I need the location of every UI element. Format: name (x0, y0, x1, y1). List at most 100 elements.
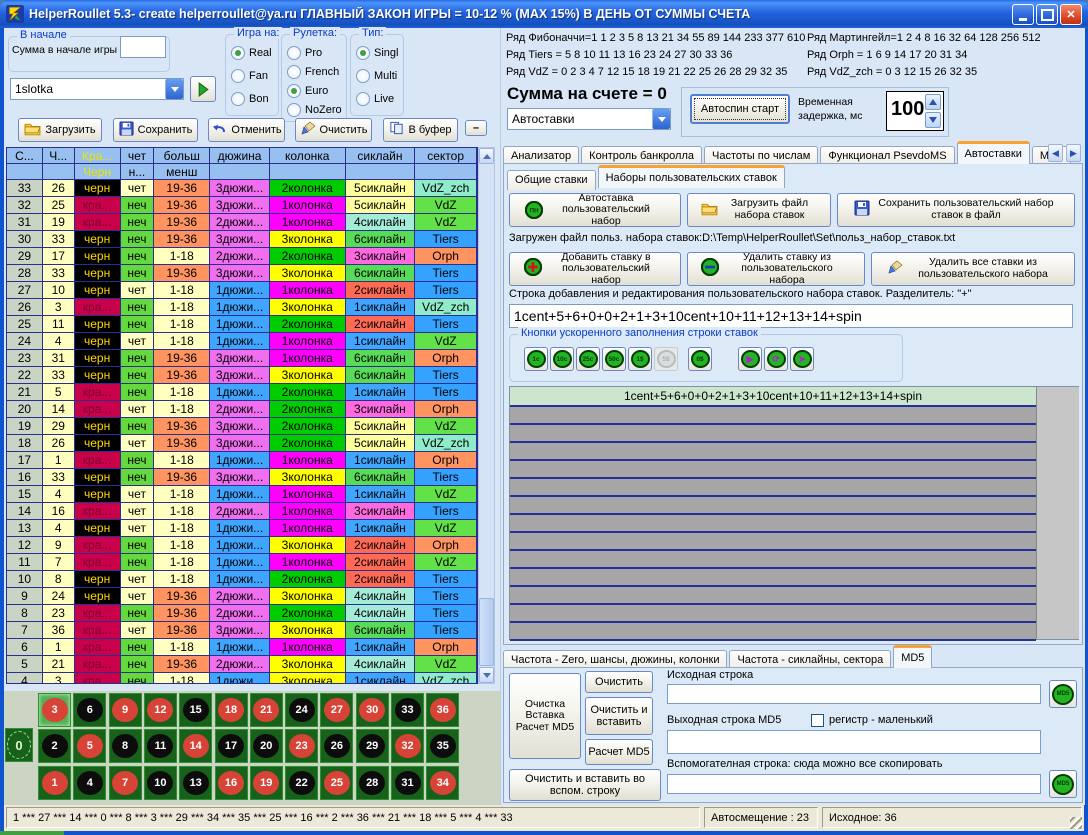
chip-0dollar-button[interactable]: 0$ (688, 347, 712, 371)
roulette-cell-36[interactable]: 36 (426, 693, 459, 727)
load-bet-file-button[interactable]: Загрузить файл набора ставок (687, 193, 831, 227)
play-button[interactable] (190, 76, 216, 102)
roulette-cell-12[interactable]: 12 (144, 693, 177, 727)
md5-source-input[interactable] (667, 684, 1041, 704)
delete-all-bets-button[interactable]: Удалить все ставки из пользовательского … (871, 252, 1075, 286)
roulette-cell-0[interactable]: 0 (5, 728, 33, 762)
roulette-cell-6[interactable]: 6 (73, 693, 106, 727)
md5-clear-button[interactable]: Очистить (585, 671, 653, 693)
roulette-cell-19[interactable]: 19 (250, 766, 283, 800)
md5-run-aux-button[interactable]: MD5 (1049, 770, 1077, 798)
radio-pro[interactable]: Pro (287, 43, 322, 63)
lowercase-checkbox[interactable] (811, 714, 824, 727)
roulette-cell-15[interactable]: 15 (179, 693, 212, 727)
spinner-down-icon[interactable] (925, 112, 941, 128)
bet-list-row[interactable] (510, 497, 1036, 515)
radio-bon[interactable]: Bon (231, 89, 269, 109)
roulette-cell-9[interactable]: 9 (109, 693, 142, 727)
play-button[interactable]: ▶ (738, 347, 762, 371)
mode-dropdown[interactable]: Автоставки (507, 108, 671, 130)
roulette-cell-30[interactable]: 30 (356, 693, 389, 727)
save-bet-file-button[interactable]: Сохранить пользовательский набор ставок … (837, 193, 1075, 227)
close-button[interactable]: ✕ (1060, 4, 1082, 25)
bottom-tab-2[interactable]: MD5 (893, 645, 932, 668)
roulette-cell-18[interactable]: 18 (215, 693, 248, 727)
md5-clear-paste-button[interactable]: Очистить и вставить (585, 697, 653, 735)
add-bet-button[interactable]: Добавить ставку в пользовательский набор (509, 252, 681, 286)
save-button[interactable]: Сохранить (113, 118, 198, 142)
roulette-cell-23[interactable]: 23 (285, 729, 318, 763)
bet-list-row[interactable] (510, 569, 1036, 587)
roulette-cell-14[interactable]: 14 (179, 729, 212, 763)
load-button[interactable]: Загрузить (18, 118, 102, 142)
roulette-cell-5[interactable]: 5 (73, 729, 106, 763)
roulette-cell-11[interactable]: 11 (144, 729, 177, 763)
roulette-cell-4[interactable]: 4 (73, 766, 106, 800)
spinner-up-icon[interactable] (925, 94, 941, 110)
roulette-cell-21[interactable]: 21 (250, 693, 283, 727)
spin-arrow-button[interactable]: ➤ (790, 347, 814, 371)
scroll-up-icon[interactable] (479, 148, 494, 164)
radio-real[interactable]: Real (231, 43, 272, 63)
refresh-button[interactable]: ⟳ (764, 347, 788, 371)
roulette-cell-28[interactable]: 28 (356, 766, 389, 800)
roulette-cell-10[interactable]: 10 (144, 766, 177, 800)
radio-euro[interactable]: Euro (287, 81, 328, 101)
roulette-cell-24[interactable]: 24 (285, 693, 318, 727)
md5-calc-button[interactable]: Расчет MD5 (585, 739, 653, 765)
chip-10c-button[interactable]: 10c (550, 347, 574, 371)
delay-spinner[interactable]: 100 (886, 91, 944, 131)
roulette-cell-7[interactable]: 7 (109, 766, 142, 800)
bet-list-row[interactable] (510, 515, 1036, 533)
scroll-thumb[interactable] (479, 598, 494, 666)
roulette-cell-32[interactable]: 32 (391, 729, 424, 763)
roulette-cell-29[interactable]: 29 (356, 729, 389, 763)
roulette-cell-22[interactable]: 22 (285, 766, 318, 800)
autobet-user-set-button[interactable]: ПН Автоставка пользовательский набор (509, 193, 681, 227)
bet-list-row[interactable] (510, 587, 1036, 605)
roulette-cell-35[interactable]: 35 (426, 729, 459, 763)
scroll-down-icon[interactable] (479, 667, 494, 683)
tabs-scroll-left-icon[interactable]: ◀ (1048, 144, 1063, 162)
bet-list-row[interactable]: 1cent+5+6+0+0+2+1+3+10cent+10+11+12+13+1… (510, 387, 1036, 407)
roulette-cell-26[interactable]: 26 (320, 729, 353, 763)
table-scrollbar[interactable] (478, 147, 495, 684)
bet-list-row[interactable] (510, 533, 1036, 551)
bet-list-row[interactable] (510, 443, 1036, 461)
roulette-cell-1[interactable]: 1 (38, 766, 71, 800)
resize-grip[interactable] (1070, 817, 1082, 829)
roulette-cell-3[interactable]: 3 (38, 693, 71, 727)
roulette-cell-8[interactable]: 8 (109, 729, 142, 763)
chip-25c-button[interactable]: 25c (576, 347, 600, 371)
maximize-button[interactable] (1036, 4, 1058, 25)
autospin-start-button[interactable]: Автоспин старт (690, 94, 790, 124)
delete-bet-button[interactable]: Удалить ставку из пользовательского набо… (687, 252, 865, 286)
roulette-cell-16[interactable]: 16 (215, 766, 248, 800)
bet-list-row[interactable] (510, 425, 1036, 443)
radio-multi[interactable]: Multi (356, 66, 397, 86)
radio-singl[interactable]: Singl (356, 43, 398, 63)
sub-tab-1[interactable]: Наборы пользовательских ставок (598, 165, 785, 188)
roulette-cell-13[interactable]: 13 (179, 766, 212, 800)
chip-1c-button[interactable]: 1c (524, 347, 548, 371)
radio-fan[interactable]: Fan (231, 66, 268, 86)
chevron-down-icon[interactable] (652, 109, 670, 129)
md5-run-button[interactable]: MD5 (1049, 680, 1077, 708)
sub-tab-0[interactable]: Общие ставки (507, 170, 596, 190)
md5-output-input[interactable] (667, 730, 1041, 754)
roulette-cell-25[interactable]: 25 (320, 766, 353, 800)
bet-string-input[interactable] (509, 304, 1073, 328)
radio-live[interactable]: Live (356, 89, 394, 109)
bet-list-row[interactable] (510, 605, 1036, 623)
bet-list-row[interactable] (510, 479, 1036, 497)
main-tab-4[interactable]: Автоставки (957, 141, 1030, 164)
roulette-cell-27[interactable]: 27 (320, 693, 353, 727)
clear-button[interactable]: Очистить (295, 118, 372, 142)
chip-50c-button[interactable]: 50c (602, 347, 626, 371)
tabs-scroll-right-icon[interactable]: ▶ (1066, 144, 1081, 162)
md5-clear-paste-aux-button[interactable]: Очистить и вставить во вспом. строку (509, 769, 661, 801)
minimize-button[interactable] (1012, 4, 1034, 25)
radio-french[interactable]: French (287, 62, 339, 82)
bet-list-row[interactable] (510, 407, 1036, 425)
copy-button[interactable]: В буфер (383, 118, 458, 142)
